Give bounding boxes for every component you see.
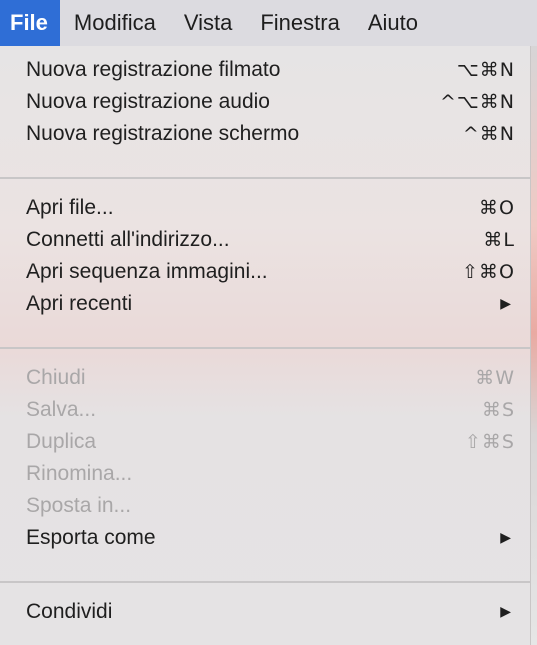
menu-item-new-movie-recording[interactable]: Nuova registrazione filmato ⌥⌘N <box>0 54 531 86</box>
menu-item-label: Connetti all'indirizzo... <box>26 228 230 251</box>
menu-item-open-image-sequence[interactable]: Apri sequenza immagini... ⇧⌘O <box>0 256 531 288</box>
menu-item-move-to[interactable]: Sposta in... <box>0 490 531 522</box>
submenu-arrow-icon: ▶ <box>500 604 511 620</box>
submenu-arrow-icon: ▶ <box>500 296 511 312</box>
menu-item-label: Apri recenti <box>26 292 133 315</box>
menu-item-open-recent[interactable]: Apri recenti ▶ <box>0 288 531 320</box>
menu-item-label: Condividi <box>26 600 113 623</box>
keyboard-shortcut: ⌥⌘N <box>456 59 515 81</box>
menu-finestra[interactable]: Finestra <box>246 0 353 46</box>
keyboard-shortcut: ⌘W <box>475 367 515 389</box>
menu-item-label: Salva... <box>26 398 97 421</box>
keyboard-shortcut: ⌘L <box>483 229 515 251</box>
menu-item-export-as[interactable]: Esporta come ▶ <box>0 522 531 554</box>
menu-item-share[interactable]: Condividi ▶ <box>0 596 531 628</box>
menu-item-new-screen-recording[interactable]: Nuova registrazione schermo ^⌘N <box>0 118 531 150</box>
menu-item-new-audio-recording[interactable]: Nuova registrazione audio ^⌥⌘N <box>0 86 531 118</box>
menu-item-label: Sposta in... <box>26 494 132 517</box>
keyboard-shortcut: ⌘S <box>481 399 515 421</box>
menu-item-label: Nuova registrazione audio <box>26 90 270 113</box>
menu-item-label: Nuova registrazione schermo <box>26 122 300 145</box>
menu-item-label: Apri sequenza immagini... <box>26 260 268 283</box>
menu-aiuto[interactable]: Aiuto <box>354 0 432 46</box>
menu-separator <box>0 581 531 583</box>
menu-item-label: Duplica <box>26 430 97 453</box>
menu-item-save[interactable]: Salva... ⌘S <box>0 394 531 426</box>
menu-bar: File Modifica Vista Finestra Aiuto <box>0 0 537 46</box>
submenu-arrow-icon: ▶ <box>500 530 511 546</box>
menu-item-label: Esporta come <box>26 526 156 549</box>
menu-item-open-file[interactable]: Apri file... ⌘O <box>0 192 531 224</box>
menu-separator <box>0 347 531 349</box>
keyboard-shortcut: ^⌘N <box>462 123 515 145</box>
background-window-edge <box>531 46 537 645</box>
menu-item-connect-to-address[interactable]: Connetti all'indirizzo... ⌘L <box>0 224 531 256</box>
keyboard-shortcut: ⌘O <box>479 197 515 219</box>
menu-item-label: Rinomina... <box>26 462 133 485</box>
menu-vista[interactable]: Vista <box>170 0 247 46</box>
menu-item-rename[interactable]: Rinomina... <box>0 458 531 490</box>
keyboard-shortcut: ⇧⌘S <box>465 431 515 453</box>
menu-item-close[interactable]: Chiudi ⌘W <box>0 362 531 394</box>
menu-modifica[interactable]: Modifica <box>60 0 170 46</box>
menu-item-duplicate[interactable]: Duplica ⇧⌘S <box>0 426 531 458</box>
menu-file[interactable]: File <box>0 0 60 46</box>
menu-item-label: Chiudi <box>26 366 86 389</box>
keyboard-shortcut: ⇧⌘O <box>462 261 515 283</box>
menu-separator <box>0 177 531 179</box>
file-dropdown-menu: Nuova registrazione filmato ⌥⌘N Nuova re… <box>0 46 531 645</box>
menu-item-label: Nuova registrazione filmato <box>26 58 281 81</box>
menu-item-label: Apri file... <box>26 196 114 219</box>
keyboard-shortcut: ^⌥⌘N <box>439 91 515 113</box>
